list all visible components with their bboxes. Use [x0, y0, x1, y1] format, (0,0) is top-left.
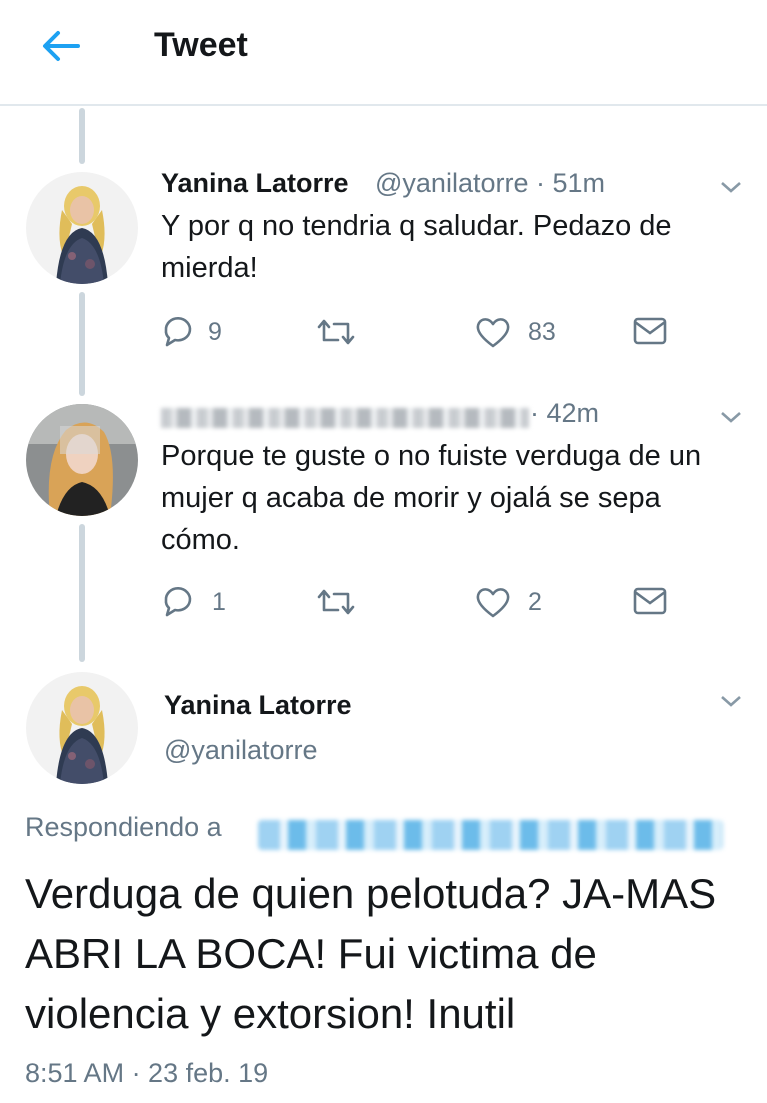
timestamp: · 51m	[528, 168, 606, 198]
retweet-icon[interactable]	[316, 314, 356, 355]
reply-count: 9	[208, 318, 222, 346]
direct-message-icon[interactable]	[632, 586, 668, 621]
thread-line	[79, 292, 85, 396]
author-name[interactable]: Yanina Latorre	[161, 168, 349, 199]
tweet-text: Porque te guste o no fuiste verduga de u…	[161, 440, 702, 556]
handle-text[interactable]: @yanilatorre	[375, 168, 528, 198]
author-handle: @yanilatorre · 51m	[375, 168, 605, 199]
tweet-text: Verduga de quien pelotuda? JA-MAS ABRI L…	[25, 870, 717, 1037]
page-title: Tweet	[154, 26, 248, 64]
redacted-author-name	[161, 408, 529, 428]
direct-message-icon[interactable]	[632, 316, 668, 351]
reply-icon[interactable]	[160, 314, 196, 355]
tweet-timestamp[interactable]: 8:51 AM · 23 feb. 19	[25, 1058, 268, 1089]
like-count: 83	[528, 318, 556, 346]
author-name[interactable]: Yanina Latorre	[164, 690, 352, 721]
heart-icon[interactable]	[474, 584, 512, 625]
heart-icon[interactable]	[474, 314, 512, 355]
top-bar: Tweet	[0, 0, 767, 106]
author-handle[interactable]: @yanilatorre	[164, 735, 317, 766]
timestamp: · 42m	[530, 398, 600, 428]
chevron-down-icon[interactable]	[718, 692, 744, 710]
replying-to-label: Respondiendo a	[25, 812, 222, 842]
chevron-down-icon[interactable]	[718, 408, 744, 426]
avatar[interactable]	[26, 172, 138, 284]
avatar[interactable]	[26, 404, 138, 516]
redacted-reply-to-handles[interactable]	[258, 820, 723, 850]
thread-line	[79, 108, 85, 164]
reply-count: 1	[212, 588, 226, 616]
back-arrow-icon[interactable]	[38, 24, 82, 68]
chevron-down-icon[interactable]	[718, 178, 744, 196]
like-count: 2	[528, 588, 542, 616]
thread-line	[79, 524, 85, 662]
tweet-text: Y por q no tendria q saludar. Pedazo de …	[161, 210, 672, 284]
reply-icon[interactable]	[160, 584, 196, 625]
avatar[interactable]	[26, 672, 138, 784]
retweet-icon[interactable]	[316, 584, 356, 625]
